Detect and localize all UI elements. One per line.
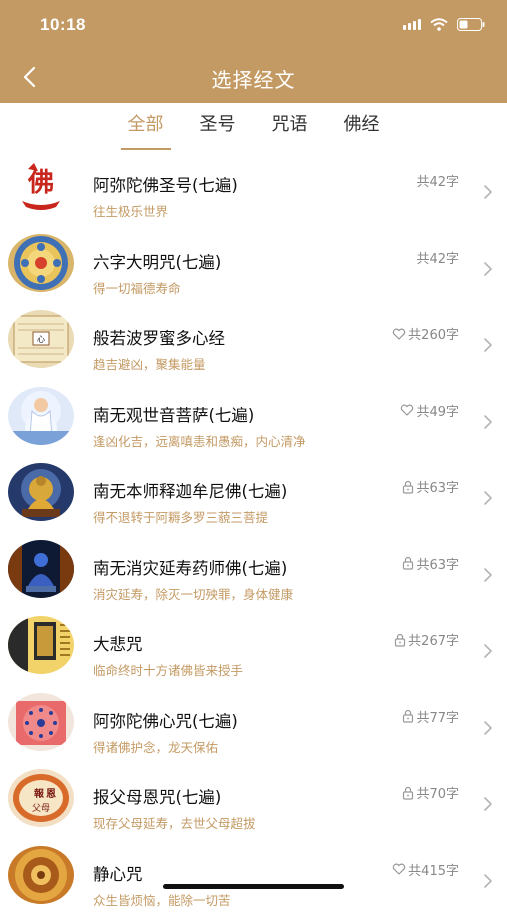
tab-sutras[interactable]: 佛经 <box>331 103 393 150</box>
character-count-text: 共267字 <box>408 630 459 649</box>
scripture-description: 得不退转于阿耨多罗三藐三菩提 <box>93 507 268 526</box>
character-count-text: 共63字 <box>416 554 459 573</box>
scripture-name: 般若波罗蜜多心经 <box>93 325 225 349</box>
scripture-thumbnail <box>8 540 74 598</box>
character-count-text: 共42字 <box>416 248 459 267</box>
list-item[interactable]: 佛 阿弥陀佛圣号(七遍) 往生极乐世界 共42字 <box>0 150 507 227</box>
scripture-thumbnail <box>8 616 74 674</box>
status-time: 10:18 <box>40 15 86 35</box>
lock-icon <box>402 709 414 723</box>
character-count: 共63字 <box>402 554 459 573</box>
scripture-description: 得诸佛护念，龙天保佑 <box>93 737 218 756</box>
scripture-description: 现存父母延寿，去世父母超拔 <box>93 813 256 832</box>
category-tabs: 全部 圣号 咒语 佛经 <box>0 103 507 150</box>
list-item[interactable]: 報恩父母报父母恩咒(七遍)现存父母延寿，去世父母超拔共70字 <box>0 762 507 839</box>
scripture-description: 往生极乐世界 <box>93 201 168 220</box>
character-count: 共260字 <box>392 324 459 343</box>
scripture-thumbnail: 佛 <box>8 157 74 215</box>
chevron-right-icon <box>483 567 493 583</box>
character-count-text: 共260字 <box>408 324 459 343</box>
svg-text:報: 報 <box>34 787 45 800</box>
home-indicator[interactable] <box>163 884 344 889</box>
battery-icon <box>457 18 485 31</box>
list-item[interactable]: 南无观世音菩萨(七遍) 逢凶化吉，远离嗔恚和愚痴，内心清净 共49字 <box>0 380 507 457</box>
svg-text:父母: 父母 <box>32 803 50 814</box>
heart-icon <box>392 863 406 875</box>
svg-text:恩: 恩 <box>46 788 56 800</box>
scripture-description: 临命终时十方诸佛皆来授手 <box>93 660 243 679</box>
page-title: 选择经文 <box>0 64 507 93</box>
scripture-name: 报父母恩咒(七遍) <box>93 784 221 808</box>
tab-mantras[interactable]: 咒语 <box>259 103 321 150</box>
chevron-right-icon <box>483 261 493 277</box>
scripture-thumbnail: 報恩父母 <box>8 769 74 827</box>
chevron-right-icon <box>483 643 493 659</box>
chevron-right-icon <box>483 873 493 889</box>
scripture-description: 消灾延寿，除灭一切殃罪，身体健康 <box>93 584 293 603</box>
list-item[interactable]: 南无消灾延寿药师佛(七遍) 消灾延寿，除灭一切殃罪，身体健康 共63字 <box>0 533 507 610</box>
character-count-text: 共70字 <box>416 783 459 802</box>
list-item[interactable]: 心 般若波罗蜜多心经趋吉避凶，聚集能量 共260字 <box>0 303 507 380</box>
list-item[interactable]: 南无本师释迦牟尼佛(七遍) 得不退转于阿耨多罗三藐三菩提 共63字 <box>0 456 507 533</box>
scripture-thumbnail <box>8 234 74 292</box>
character-count: 共415字 <box>392 860 459 879</box>
chevron-right-icon <box>483 337 493 353</box>
heart-icon <box>392 328 406 340</box>
chevron-right-icon <box>483 414 493 430</box>
scripture-name: 大悲咒 <box>93 631 143 655</box>
character-count: 共42字 <box>416 248 459 267</box>
scripture-list: 佛阿弥陀佛圣号(七遍)往生极乐世界共42字六字大明咒(七遍)得一切福德寿命共42… <box>0 150 507 915</box>
scripture-description: 得一切福德寿命 <box>93 278 181 297</box>
scripture-description: 逢凶化吉，远离嗔恚和愚痴，内心清净 <box>93 431 306 450</box>
scripture-name: 静心咒 <box>93 861 143 885</box>
status-icons <box>403 17 485 31</box>
list-item[interactable]: 阿弥陀佛心咒(七遍) 得诸佛护念，龙天保佑 共77字 <box>0 686 507 763</box>
scripture-description: 趋吉避凶，聚集能量 <box>93 354 206 373</box>
character-count: 共70字 <box>402 783 459 802</box>
character-count-text: 共42字 <box>416 171 459 190</box>
chevron-right-icon <box>483 184 493 200</box>
scripture-name: 南无本师释迦牟尼佛(七遍) <box>93 478 287 502</box>
tab-holy-names[interactable]: 圣号 <box>187 103 249 150</box>
header-bar: 10:18 选择经文 <box>0 0 507 103</box>
svg-text:佛: 佛 <box>27 168 54 198</box>
scripture-name: 阿弥陀佛圣号(七遍) <box>93 172 238 196</box>
character-count-text: 共63字 <box>416 477 459 496</box>
chevron-right-icon <box>483 490 493 506</box>
list-item[interactable]: 静心咒众生皆烦恼，能除一切苦 共415字 <box>0 839 507 915</box>
scripture-name: 阿弥陀佛心咒(七遍) <box>93 708 238 732</box>
character-count: 共267字 <box>394 630 459 649</box>
scripture-name: 南无消灾延寿药师佛(七遍) <box>93 555 287 579</box>
character-count-text: 共415字 <box>408 860 459 879</box>
wifi-icon <box>430 18 448 31</box>
character-count-text: 共49字 <box>416 401 459 420</box>
chevron-right-icon <box>483 720 493 736</box>
scripture-thumbnail <box>8 846 74 904</box>
character-count: 共42字 <box>416 171 459 190</box>
scripture-thumbnail <box>8 387 74 445</box>
character-count: 共63字 <box>402 477 459 496</box>
lock-icon <box>394 633 406 647</box>
lock-icon <box>402 480 414 494</box>
scripture-name: 南无观世音菩萨(七遍) <box>93 402 254 426</box>
lock-icon <box>402 556 414 570</box>
list-item[interactable]: 六字大明咒(七遍) 得一切福德寿命 共42字 <box>0 227 507 304</box>
character-count: 共49字 <box>400 401 459 420</box>
heart-icon <box>400 404 414 416</box>
tab-all[interactable]: 全部 <box>115 103 177 150</box>
signal-icon <box>403 18 421 30</box>
scripture-thumbnail <box>8 463 74 521</box>
character-count-text: 共77字 <box>416 707 459 726</box>
chevron-right-icon <box>483 796 493 812</box>
scripture-description: 众生皆烦恼，能除一切苦 <box>93 890 231 909</box>
scripture-name: 六字大明咒(七遍) <box>93 249 221 273</box>
character-count: 共77字 <box>402 707 459 726</box>
scripture-thumbnail <box>8 693 74 751</box>
list-item[interactable]: 大悲咒临命终时十方诸佛皆来授手 共267字 <box>0 609 507 686</box>
svg-text:心: 心 <box>37 335 45 344</box>
scripture-thumbnail: 心 <box>8 310 74 368</box>
lock-icon <box>402 786 414 800</box>
